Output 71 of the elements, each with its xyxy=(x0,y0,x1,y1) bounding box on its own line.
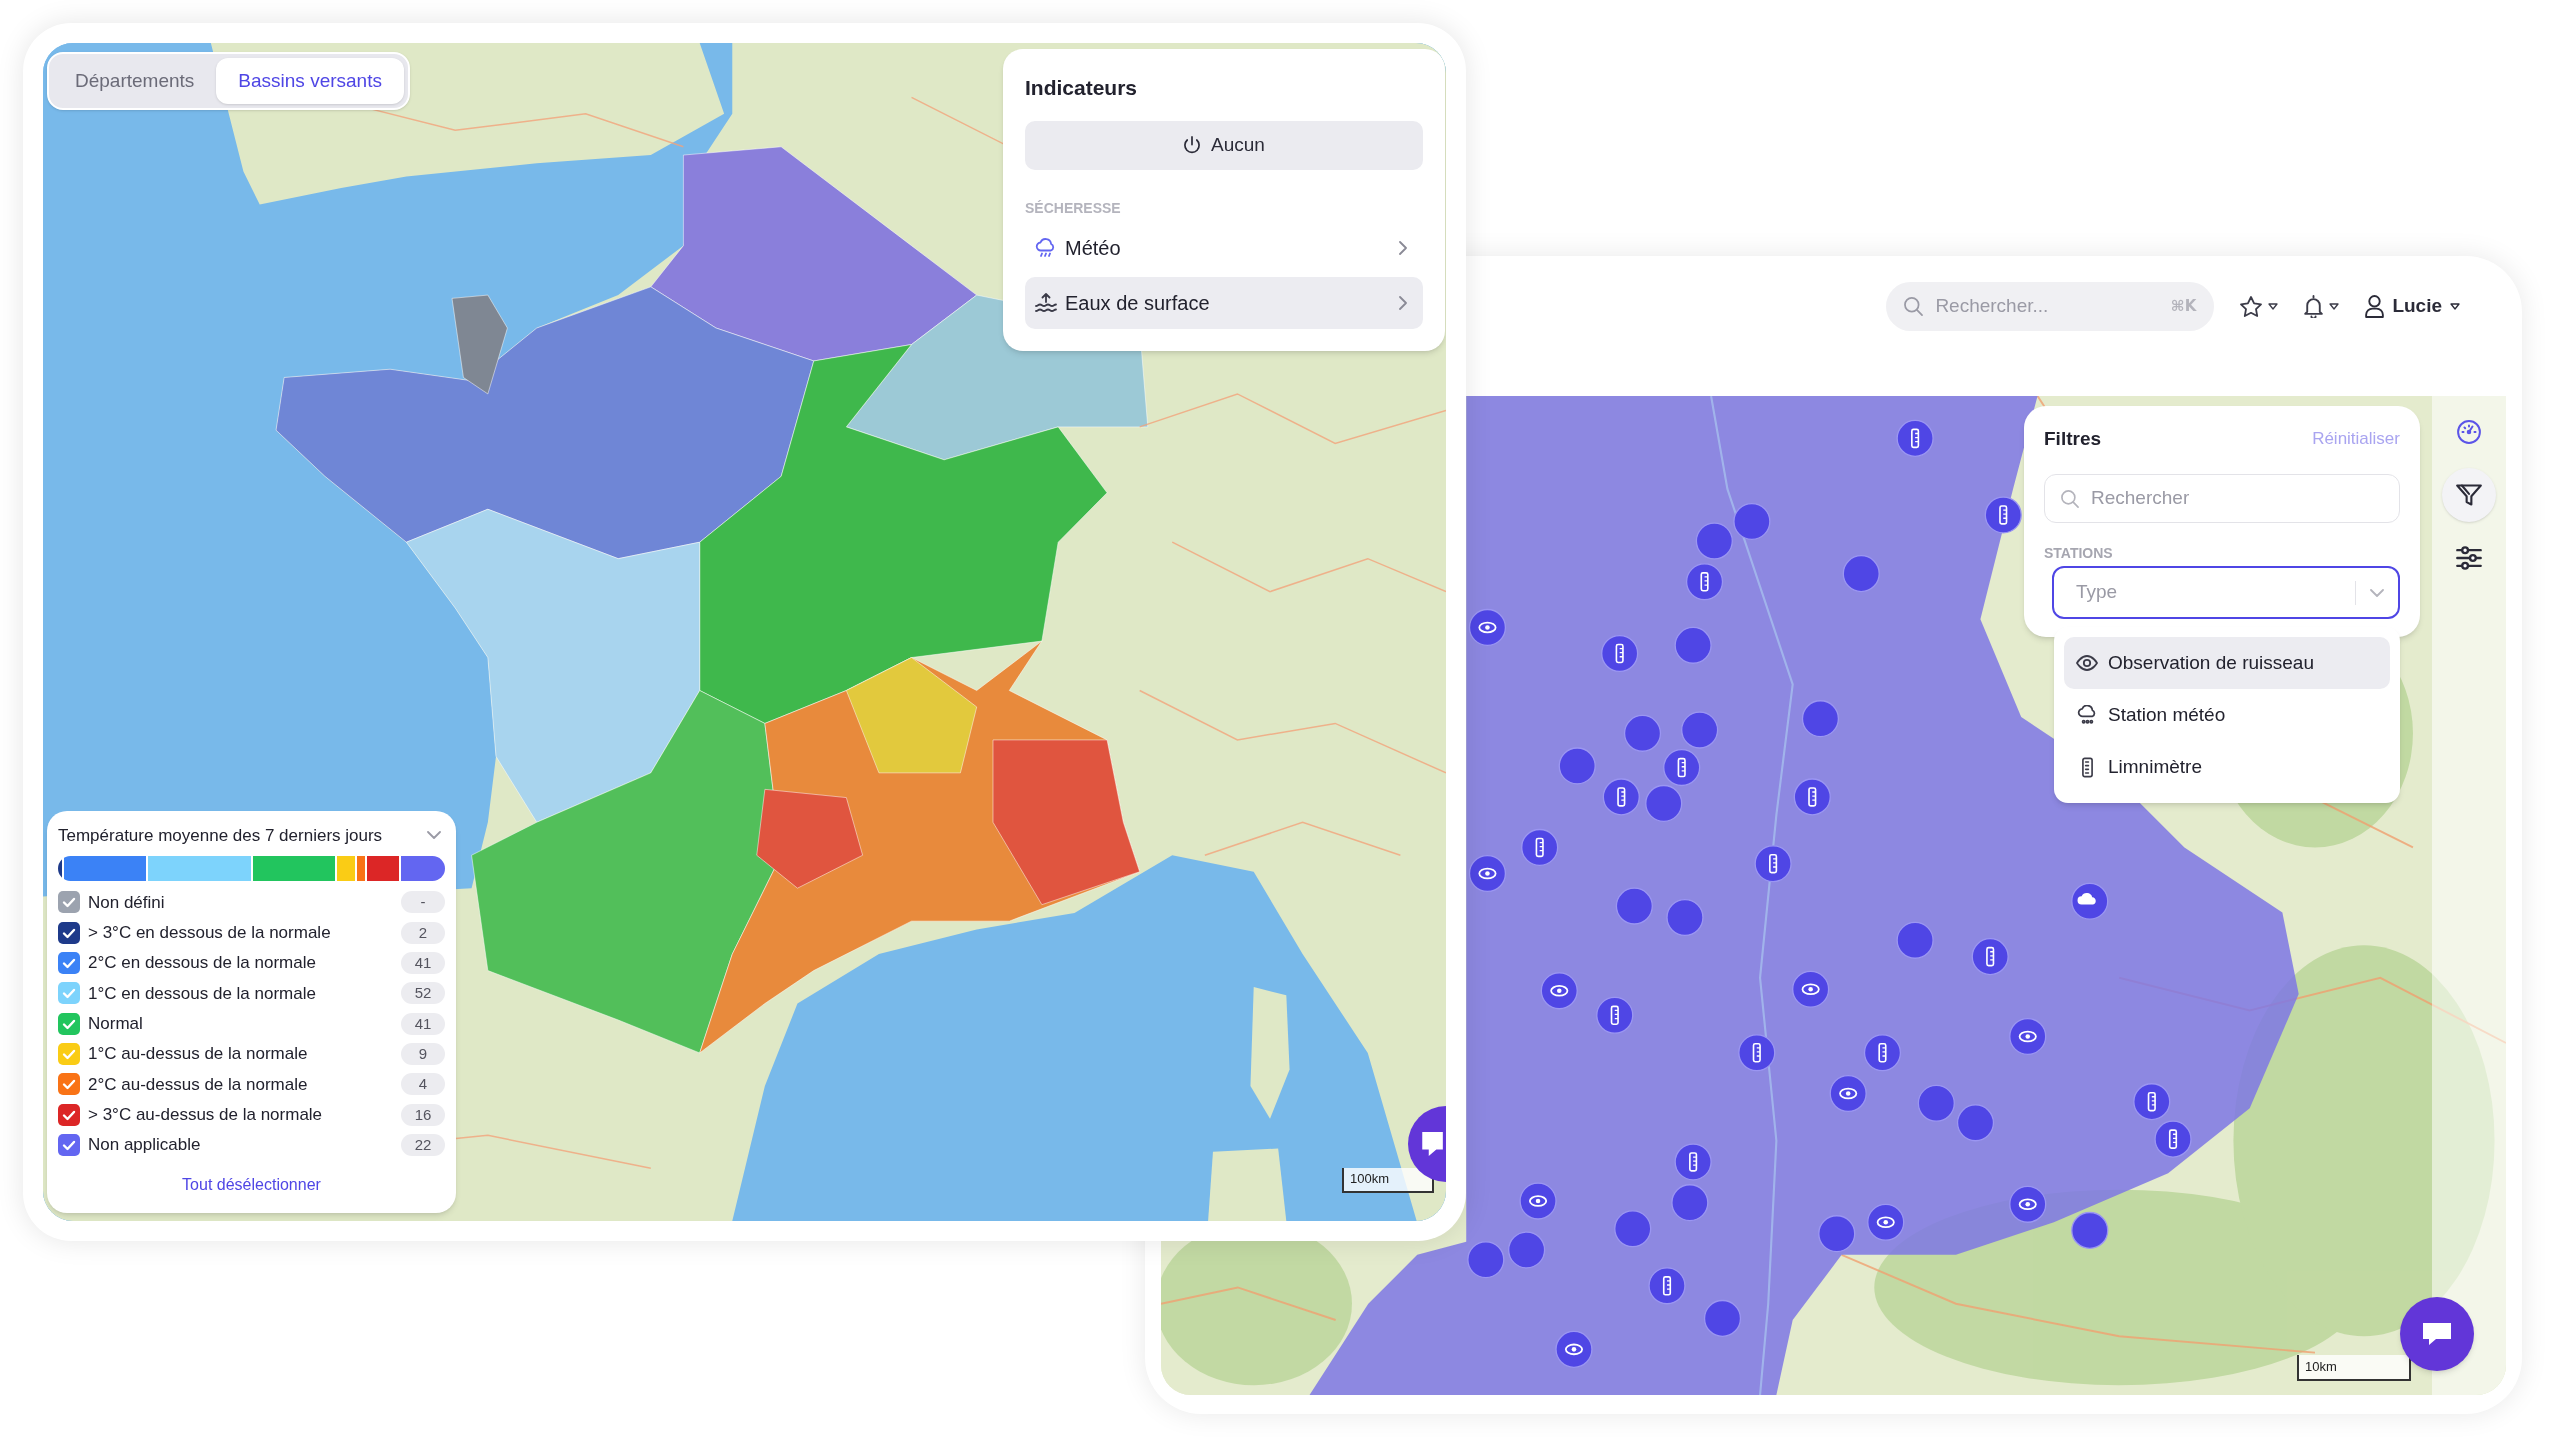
legend-bar-segment xyxy=(401,856,445,882)
eye-icon xyxy=(2076,655,2098,671)
chat-icon xyxy=(2422,1322,2452,1346)
indicator-item[interactable]: Eaux de surface xyxy=(1025,277,1423,329)
legend-label: > 3°C en dessous de la normale xyxy=(88,922,332,944)
water-surface-icon xyxy=(1035,293,1057,313)
caret-icon xyxy=(2268,303,2279,310)
count-badge: 9 xyxy=(401,1042,445,1065)
deselect-all-link[interactable]: Tout désélectionner xyxy=(182,1173,321,1197)
legend-label: Normal xyxy=(88,1012,144,1035)
section-label: STATIONS xyxy=(2044,545,2114,561)
count-badge: 41 xyxy=(401,952,445,975)
settings-icon xyxy=(2456,546,2482,570)
filter-icon xyxy=(2456,483,2482,507)
cloud-rain-icon xyxy=(1035,238,1057,258)
checkbox[interactable] xyxy=(58,1133,80,1156)
power-icon xyxy=(1183,136,1202,155)
star-icon xyxy=(2240,296,2263,317)
user-icon xyxy=(2365,295,2385,318)
gauge-icon xyxy=(2456,420,2482,444)
caret-icon xyxy=(2450,303,2460,310)
legend-label: 1°C en dessous de la normale xyxy=(88,982,317,1005)
checkbox[interactable] xyxy=(58,921,80,944)
panel-title: Indicateurs xyxy=(1025,75,1139,101)
count-badge: 52 xyxy=(401,982,445,1005)
legend-label: 2°C en dessous de la normale xyxy=(88,952,317,975)
caret-icon xyxy=(2329,303,2340,310)
search-icon xyxy=(1904,297,1924,316)
legend-label: Non défini xyxy=(88,891,166,914)
legend-title: Température moyenne des 7 derniers jours xyxy=(58,824,383,847)
chevron-down-icon xyxy=(2370,588,2384,597)
checkbox[interactable] xyxy=(58,1042,80,1065)
search-input[interactable]: Rechercher xyxy=(2091,484,2383,513)
chevron-down-icon[interactable] xyxy=(427,831,441,840)
type-select[interactable]: Type xyxy=(2052,566,2400,619)
user-menu-button[interactable]: Lucie xyxy=(2365,282,2460,331)
none-button[interactable]: Aucun xyxy=(1025,121,1423,170)
chevron-right-icon xyxy=(1399,296,1407,310)
count-badge: - xyxy=(401,891,445,914)
keyboard-shortcut: ⌘K xyxy=(2170,296,2197,318)
count-badge: 22 xyxy=(401,1133,445,1156)
chat-icon xyxy=(1421,1131,1443,1157)
checkbox[interactable] xyxy=(58,891,80,914)
legend-label: 1°C au-dessus de la normale xyxy=(88,1043,309,1066)
count-badge: 41 xyxy=(401,1012,445,1035)
search-field[interactable]: Rechercher xyxy=(2044,474,2400,523)
search-input[interactable]: Rechercher... xyxy=(1935,292,2159,321)
bell-icon xyxy=(2304,295,2324,318)
section-label: SÉCHERESSE xyxy=(1025,200,1122,216)
checkbox[interactable] xyxy=(58,1012,80,1035)
count-badge: 2 xyxy=(401,921,445,944)
panel-title: Filtres xyxy=(2044,426,2102,451)
scale-bar: 100km xyxy=(1342,1168,1434,1193)
legend-label: 2°C au-dessus de la normale xyxy=(88,1073,309,1096)
legend-label: > 3°C au-dessus de la normale xyxy=(88,1103,324,1126)
checkbox[interactable] xyxy=(58,1073,80,1096)
cloud-icon xyxy=(2076,705,2098,725)
checkbox[interactable] xyxy=(58,982,80,1005)
chevron-right-icon xyxy=(1399,241,1407,255)
map-tab[interactable]: Départements xyxy=(53,58,217,104)
ruler-icon xyxy=(2081,756,2093,778)
scale-bar: 10km xyxy=(2297,1355,2411,1381)
type-input[interactable]: Type xyxy=(2076,578,2355,607)
legend-label: Non applicable xyxy=(88,1134,202,1157)
map-tab[interactable]: Bassins versants xyxy=(216,58,404,104)
count-badge: 4 xyxy=(401,1073,445,1096)
checkbox[interactable] xyxy=(58,1103,80,1126)
count-badge: 16 xyxy=(401,1103,445,1126)
search-icon xyxy=(2061,489,2079,508)
checkbox[interactable] xyxy=(58,952,80,975)
dropdown-option[interactable]: Observation de ruisseau xyxy=(2064,637,2390,689)
